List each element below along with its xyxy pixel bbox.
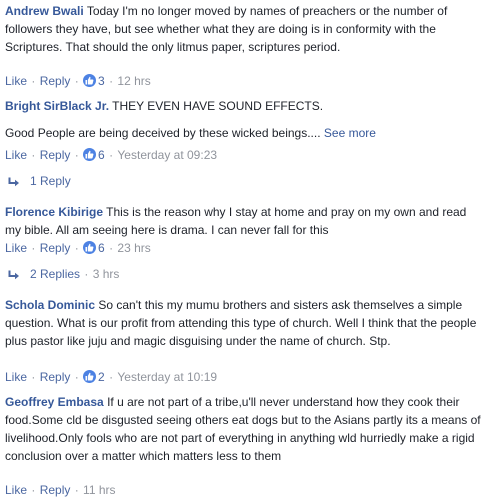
reply-arrow-icon [8,268,20,286]
separator-dot: · [28,148,39,162]
comment-actions: Like · Reply · 11 hrs [5,481,116,499]
separator-dot: · [71,241,83,255]
timestamp[interactable]: Yesterday at 09:23 [117,148,217,162]
timestamp[interactable]: Yesterday at 10:19 [117,370,217,384]
separator-dot: · [71,74,83,88]
comment-actions: Like · Reply · 3 · 12 hrs [5,72,151,90]
comment-author[interactable]: Andrew Bwali [5,4,84,18]
like-link[interactable]: Like [5,483,27,497]
comment-florence-kibirige: Florence Kibirige This is the reason why… [5,203,481,239]
like-count[interactable]: 6 [83,239,105,257]
comment-actions: Like · Reply · 6 · Yesterday at 09:23 [5,146,217,164]
like-link[interactable]: Like [5,148,27,162]
timestamp[interactable]: 23 hrs [117,241,150,255]
replies-label: 1 Reply [30,174,71,188]
reply-link[interactable]: Reply [40,148,71,162]
separator-dot: · [105,370,117,384]
comment-actions: Like · Reply · 2 · Yesterday at 10:19 [5,368,217,386]
comment-schola-dominic: Schola Dominic So can't this my mumu bro… [5,296,481,350]
see-more-link[interactable]: See more [324,126,376,140]
like-count[interactable]: 6 [83,146,105,164]
separator-dot: · [105,74,117,88]
thumbs-up-icon [83,74,97,87]
comment-bright-sirblack: Bright SirBlack Jr. THEY EVEN HAVE SOUND… [5,97,481,142]
separator-dot: · [28,483,39,497]
separator-dot: · [105,148,117,162]
separator-dot: · [28,370,39,384]
separator-dot: · [105,241,117,255]
like-count-value: 2 [98,370,105,384]
like-link[interactable]: Like [5,370,27,384]
separator-dot: · [28,74,39,88]
replies-label: 2 Replies [30,267,81,281]
like-count-value: 6 [98,241,105,255]
comment-geoffrey-embasa: Geoffrey Embasa If u are not part of a t… [5,393,481,465]
thumbs-up-icon [83,370,97,383]
reply-link[interactable]: Reply [40,370,71,384]
comment-author[interactable]: Schola Dominic [5,298,95,312]
comment-author[interactable]: Bright SirBlack Jr. [5,99,109,113]
replies-timestamp: 3 hrs [92,267,120,281]
like-count[interactable]: 3 [83,72,105,90]
comment-text-continued: Good People are being deceived by these … [5,126,321,140]
thumbs-up-icon [83,148,97,161]
separator-dot: · [71,148,83,162]
reply-link[interactable]: Reply [40,483,71,497]
like-count-value: 6 [98,148,105,162]
separator-dot: · [81,267,92,281]
like-count-value: 3 [98,74,105,88]
view-replies-link[interactable]: 1 Reply [8,172,71,190]
like-link[interactable]: Like [5,241,27,255]
separator-dot: · [28,241,39,255]
timestamp[interactable]: 11 hrs [83,483,115,497]
reply-link[interactable]: Reply [40,241,71,255]
reply-arrow-icon [8,175,20,193]
comment-text: THEY EVEN HAVE SOUND EFFECTS. [112,99,324,113]
comment-author[interactable]: Geoffrey Embasa [5,395,104,409]
reply-link[interactable]: Reply [40,74,71,88]
timestamp[interactable]: 12 hrs [117,74,150,88]
like-link[interactable]: Like [5,74,27,88]
comment-actions: Like · Reply · 6 · 23 hrs [5,239,151,257]
view-replies-link[interactable]: 2 Replies · 3 hrs [8,265,119,283]
comment-author[interactable]: Florence Kibirige [5,205,103,219]
separator-dot: · [71,483,83,497]
like-count[interactable]: 2 [83,368,105,386]
comment-andrew-bwali: Andrew Bwali Today I'm no longer moved b… [5,2,481,56]
thumbs-up-icon [83,241,97,254]
separator-dot: · [71,370,83,384]
